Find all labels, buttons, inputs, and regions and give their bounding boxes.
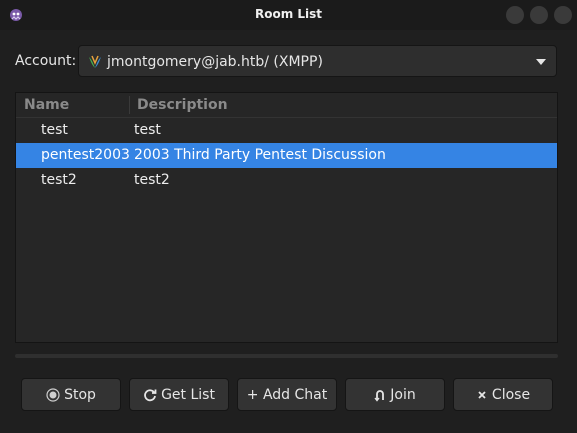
- account-value: jmontgomery@jab.htb/ (XMPP): [107, 54, 323, 70]
- column-header-description[interactable]: Description: [137, 97, 228, 113]
- add-chat-button[interactable]: + Add Chat: [237, 378, 337, 411]
- room-description: 2003 Third Party Pentest Discussion: [134, 147, 386, 163]
- stop-icon: [46, 387, 60, 402]
- room-row[interactable]: test2 test2: [16, 168, 557, 193]
- join-icon: [374, 388, 386, 402]
- get-list-label: Get List: [161, 386, 215, 403]
- chevron-down-icon: [536, 59, 546, 65]
- progress-bar: [15, 354, 558, 358]
- room-list[interactable]: Name Description test test pentest2003 2…: [15, 92, 558, 343]
- refresh-icon: [143, 388, 157, 402]
- room-name: pentest2003: [41, 147, 130, 163]
- stop-label: Stop: [64, 386, 96, 403]
- minimize-button[interactable]: [506, 6, 524, 24]
- title-bar: Room List: [0, 0, 577, 30]
- column-divider: [129, 96, 130, 114]
- add-chat-label: + Add Chat: [246, 386, 328, 403]
- xmpp-icon: [89, 55, 101, 68]
- room-row[interactable]: test test: [16, 118, 557, 143]
- window-title: Room List: [254, 7, 323, 21]
- stop-button[interactable]: Stop: [21, 378, 121, 411]
- room-description: test2: [134, 172, 170, 188]
- maximize-button[interactable]: [530, 6, 548, 24]
- room-name: test: [41, 122, 68, 138]
- close-label: Close: [491, 386, 531, 403]
- close-window-button[interactable]: [554, 6, 572, 24]
- account-dropdown[interactable]: jmontgomery@jab.htb/ (XMPP): [78, 45, 557, 77]
- column-header-name[interactable]: Name: [24, 97, 69, 113]
- close-icon: [476, 389, 488, 401]
- get-list-button[interactable]: Get List: [129, 378, 229, 411]
- join-button[interactable]: Join: [345, 378, 445, 411]
- account-label: Account:: [15, 53, 77, 69]
- room-description: test: [134, 122, 161, 138]
- close-button[interactable]: Close: [453, 378, 553, 411]
- room-row-selected[interactable]: pentest2003 2003 Third Party Pentest Dis…: [16, 143, 557, 168]
- room-list-header: Name Description: [16, 93, 557, 118]
- room-name: test2: [41, 172, 77, 188]
- join-label: Join: [390, 386, 416, 403]
